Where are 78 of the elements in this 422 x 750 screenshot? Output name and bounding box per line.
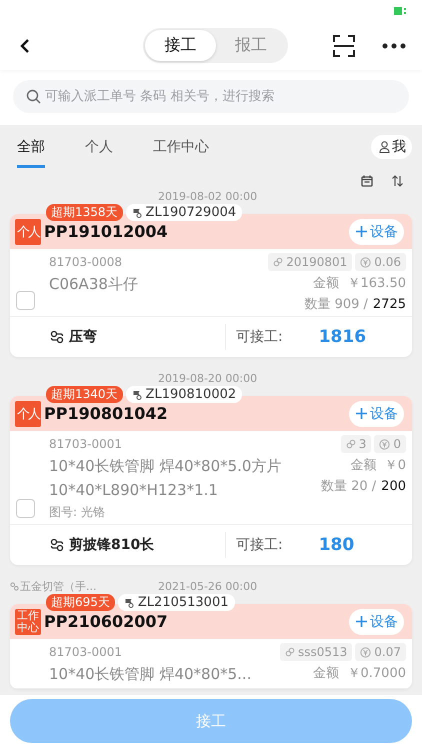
amount-text: 金额 ￥0.7000 <box>313 665 406 682</box>
plus-icon <box>355 407 368 420</box>
battery-icon <box>394 6 408 16</box>
batch-chip: 20190801 <box>268 253 352 271</box>
scan-icon[interactable] <box>333 35 355 57</box>
me-filter-button[interactable]: 我 <box>371 135 412 159</box>
date-text: 2019-08-20 00:00 <box>158 372 258 385</box>
overdue-badge: 超期695天 <box>46 594 115 611</box>
reference-badge: ZL190729004 <box>126 204 242 221</box>
yuan-icon <box>379 438 390 450</box>
amount-text: 金额 ￥0 <box>350 457 406 474</box>
amount-text: 金额 ￥163.50 <box>313 275 406 292</box>
coefficient-chip: 0.06 <box>355 253 406 271</box>
item-code: 81703-0001 <box>49 436 124 453</box>
item-code: 81703-0008 <box>49 254 124 271</box>
date-text: 2021-05-26 00:00 <box>158 580 258 593</box>
coefficient-chip: 0 <box>374 435 406 453</box>
reference-badge: ZL210513001 <box>118 594 234 611</box>
sort-icon[interactable] <box>391 175 404 187</box>
yuan-icon <box>360 256 372 268</box>
filter-tab[interactable]: 工作中心 <box>153 126 209 168</box>
overdue-badge: 超期1340天 <box>46 386 123 403</box>
link-icon <box>273 257 284 267</box>
flag-icon <box>132 390 142 400</box>
available-quantity: 1816 <box>318 327 366 347</box>
order-number: PP190801042 <box>44 404 168 423</box>
date-text: 2019-08-02 00:00 <box>158 190 258 203</box>
plus-icon <box>355 225 368 238</box>
quantity-total: 2725 <box>372 297 406 312</box>
quantity-total: 200 <box>381 479 406 494</box>
add-device-button[interactable]: 设备 <box>349 608 404 634</box>
checkbox[interactable] <box>16 499 35 518</box>
calendar-icon[interactable] <box>361 175 373 187</box>
search-icon <box>26 89 41 104</box>
back-icon[interactable] <box>19 38 31 54</box>
available-label: 可接工: <box>236 536 283 554</box>
type-tag: 个人 <box>15 218 41 244</box>
drawing-number: 图号: 光铬 <box>49 504 106 521</box>
reference-badge: ZL190810002 <box>126 386 242 403</box>
process-icon <box>10 582 19 591</box>
quantity-done: 数量 909 / <box>304 296 368 313</box>
item-name: 10*40*L890*H123*1.1 <box>49 480 219 501</box>
item-name: C06A38斗仔 <box>49 274 139 295</box>
filter-tab[interactable]: 全部 <box>17 126 45 168</box>
search-field[interactable]: 可输入派工单号 条码 相关号，进行搜索 <box>13 80 409 113</box>
available-label: 可接工: <box>236 328 283 346</box>
order-number: PP191012004 <box>44 222 168 241</box>
link-icon <box>346 439 356 449</box>
type-tag: 工作中心 <box>15 608 41 634</box>
more-icon[interactable] <box>382 43 406 49</box>
link-icon <box>284 647 295 657</box>
item-name: 10*40长铁管脚 焊40*80*5... <box>49 664 252 685</box>
item-name: 10*40长铁管脚 焊40*80*5.0方片 <box>49 456 282 477</box>
process-name: 压弯 <box>69 328 97 346</box>
batch-chip: 3 <box>340 435 372 453</box>
checkbox[interactable] <box>16 291 35 310</box>
search-input[interactable]: 可输入派工单号 条码 相关号，进行搜索 <box>45 89 409 104</box>
item-code: 81703-0001 <box>49 644 124 661</box>
type-tag: 个人 <box>15 400 41 426</box>
yuan-icon <box>360 646 372 658</box>
batch-chip: sss0513 <box>280 643 352 661</box>
flag-icon <box>132 208 142 218</box>
overdue-badge: 超期1358天 <box>46 204 123 221</box>
quantity-done: 数量 20 / <box>320 478 376 495</box>
flag-icon <box>124 598 134 608</box>
filter-tab[interactable]: 个人 <box>85 126 113 168</box>
group-label: 五金切管（手... <box>10 579 96 594</box>
plus-icon <box>355 615 368 628</box>
order-number: PP210602007 <box>44 612 168 631</box>
coefficient-chip: 0.07 <box>355 643 406 661</box>
process-icon <box>50 330 64 344</box>
process-icon <box>50 538 64 552</box>
mode-tab[interactable]: 接工 <box>145 30 216 61</box>
add-device-button[interactable]: 设备 <box>349 400 404 426</box>
process-name: 剪披锋810长 <box>69 536 154 554</box>
available-quantity: 180 <box>318 535 354 555</box>
add-device-button[interactable]: 设备 <box>349 218 404 244</box>
person-icon <box>379 141 390 153</box>
